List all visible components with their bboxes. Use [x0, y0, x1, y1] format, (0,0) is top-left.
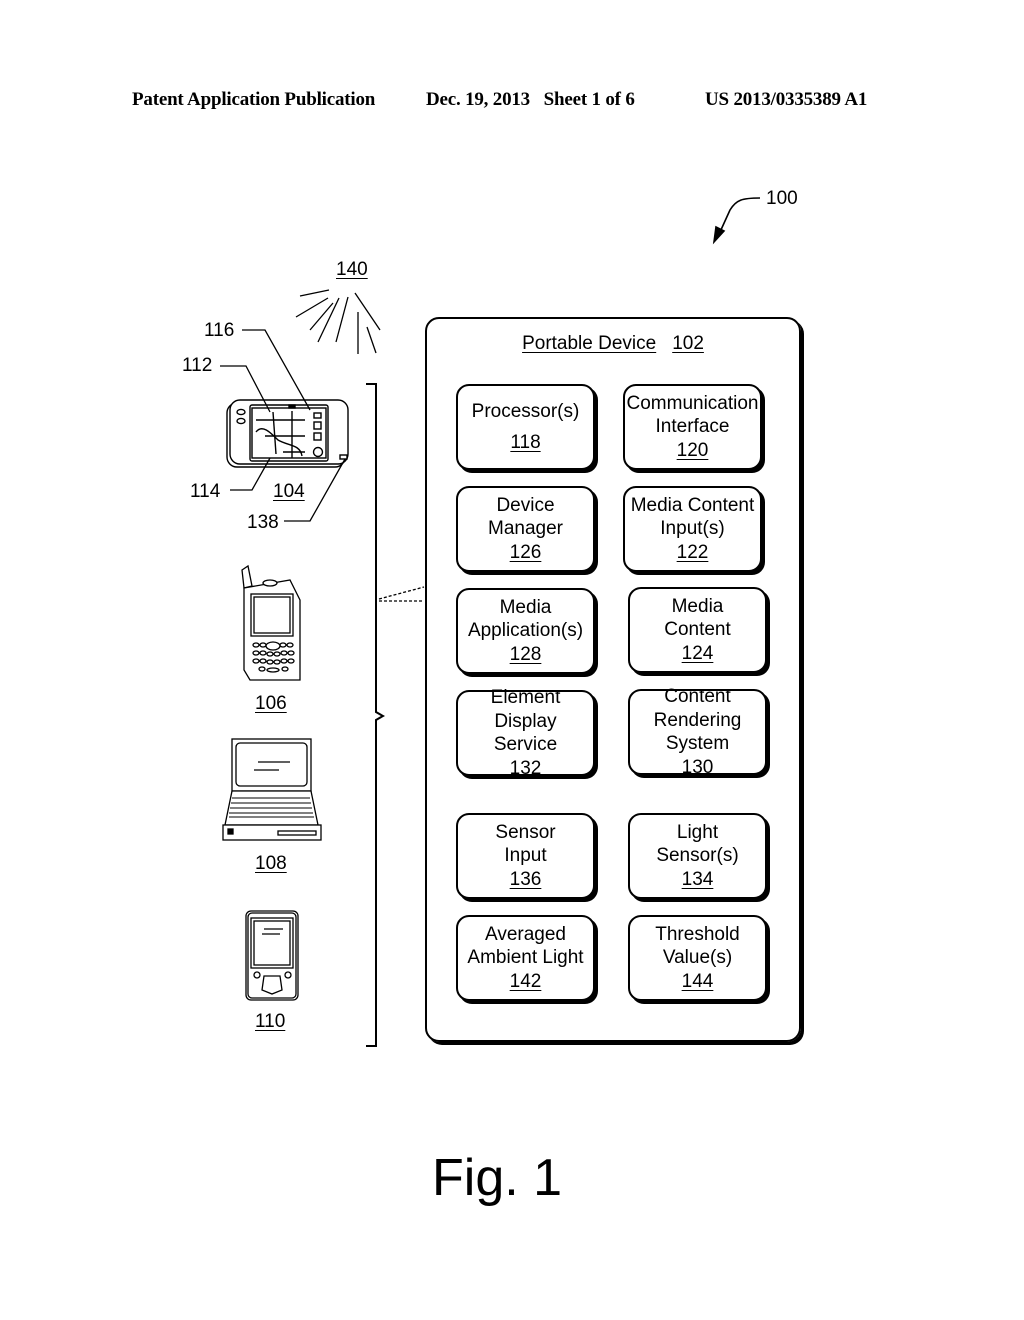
ref-phone: 106	[255, 693, 287, 714]
component-box-processors: Processor(s) 118	[456, 384, 595, 470]
component-label: Device Manager	[488, 494, 563, 540]
component-label: Communication Interface	[626, 392, 759, 438]
ref-laptop: 108	[255, 853, 287, 874]
tablet-device-icon	[226, 399, 349, 468]
component-label: Threshold Value(s)	[655, 923, 740, 969]
component-number: 124	[681, 642, 714, 664]
panel-title: Portable Device 102	[427, 333, 799, 355]
ref-light-sensor: 138	[247, 512, 279, 533]
component-box-sensor-input: Sensor Input 136	[456, 813, 595, 899]
component-box-media-content-inputs: Media Content Input(s) 122	[623, 486, 762, 572]
component-box-media-applications: Media Application(s) 128	[456, 588, 595, 674]
media-player-icon	[245, 910, 299, 1001]
component-label: Content Rendering System	[653, 686, 742, 754]
component-box-averaged-ambient-light: Averaged Ambient Light 142	[456, 915, 595, 1001]
smartphone-icon	[241, 564, 301, 681]
component-label: Element Display Service	[490, 687, 561, 755]
component-number: 130	[681, 756, 714, 778]
component-number: 122	[676, 541, 709, 563]
component-box-element-display-service: Element Display Service 132	[456, 687, 595, 779]
component-label: Media Application(s)	[467, 596, 584, 642]
ref-content: 114	[190, 481, 221, 502]
ref-tablet: 104	[273, 481, 305, 502]
ref-display: 112	[182, 355, 213, 376]
dotted-connector	[378, 586, 425, 602]
component-number: 134	[681, 868, 714, 890]
component-box-threshold-values: Threshold Value(s) 144	[628, 915, 767, 1001]
panel-title-number: 102	[672, 333, 704, 354]
component-number: 132	[509, 757, 542, 779]
component-number: 136	[509, 868, 542, 890]
component-box-content-rendering-system: Content Rendering System 130	[628, 686, 767, 778]
component-label: Light Sensor(s)	[656, 821, 739, 867]
component-label: Averaged Ambient Light	[467, 923, 584, 969]
figure-label: Fig. 1	[432, 1149, 563, 1207]
component-label: Sensor Input	[495, 821, 556, 867]
component-number: 144	[681, 970, 714, 992]
component-number: 120	[676, 439, 709, 461]
component-box-communication-interface: Communication Interface 120	[623, 384, 762, 470]
component-number: 128	[509, 643, 542, 665]
component-box-light-sensors: Light Sensor(s) 134	[628, 813, 767, 899]
device-group-brace	[366, 383, 386, 1047]
ref-system: 100	[766, 188, 798, 209]
component-label: Media Content	[664, 595, 731, 641]
component-box-media-content: Media Content 124	[628, 587, 767, 673]
system-arrow-icon	[712, 197, 761, 245]
ref-touch-screen: 116	[204, 320, 235, 341]
component-number: 126	[509, 541, 542, 563]
ref-light-source: 140	[336, 259, 368, 280]
panel-title-label: Portable Device	[522, 333, 657, 354]
component-number: 118	[510, 432, 541, 453]
component-number: 142	[509, 970, 542, 992]
laptop-icon	[222, 738, 322, 841]
component-label: Processor(s)	[471, 400, 580, 422]
light-source-icon	[295, 289, 381, 354]
component-label: Media Content Input(s)	[630, 494, 755, 540]
ref-media-player: 110	[255, 1011, 286, 1032]
component-box-device-manager: Device Manager 126	[456, 486, 595, 572]
